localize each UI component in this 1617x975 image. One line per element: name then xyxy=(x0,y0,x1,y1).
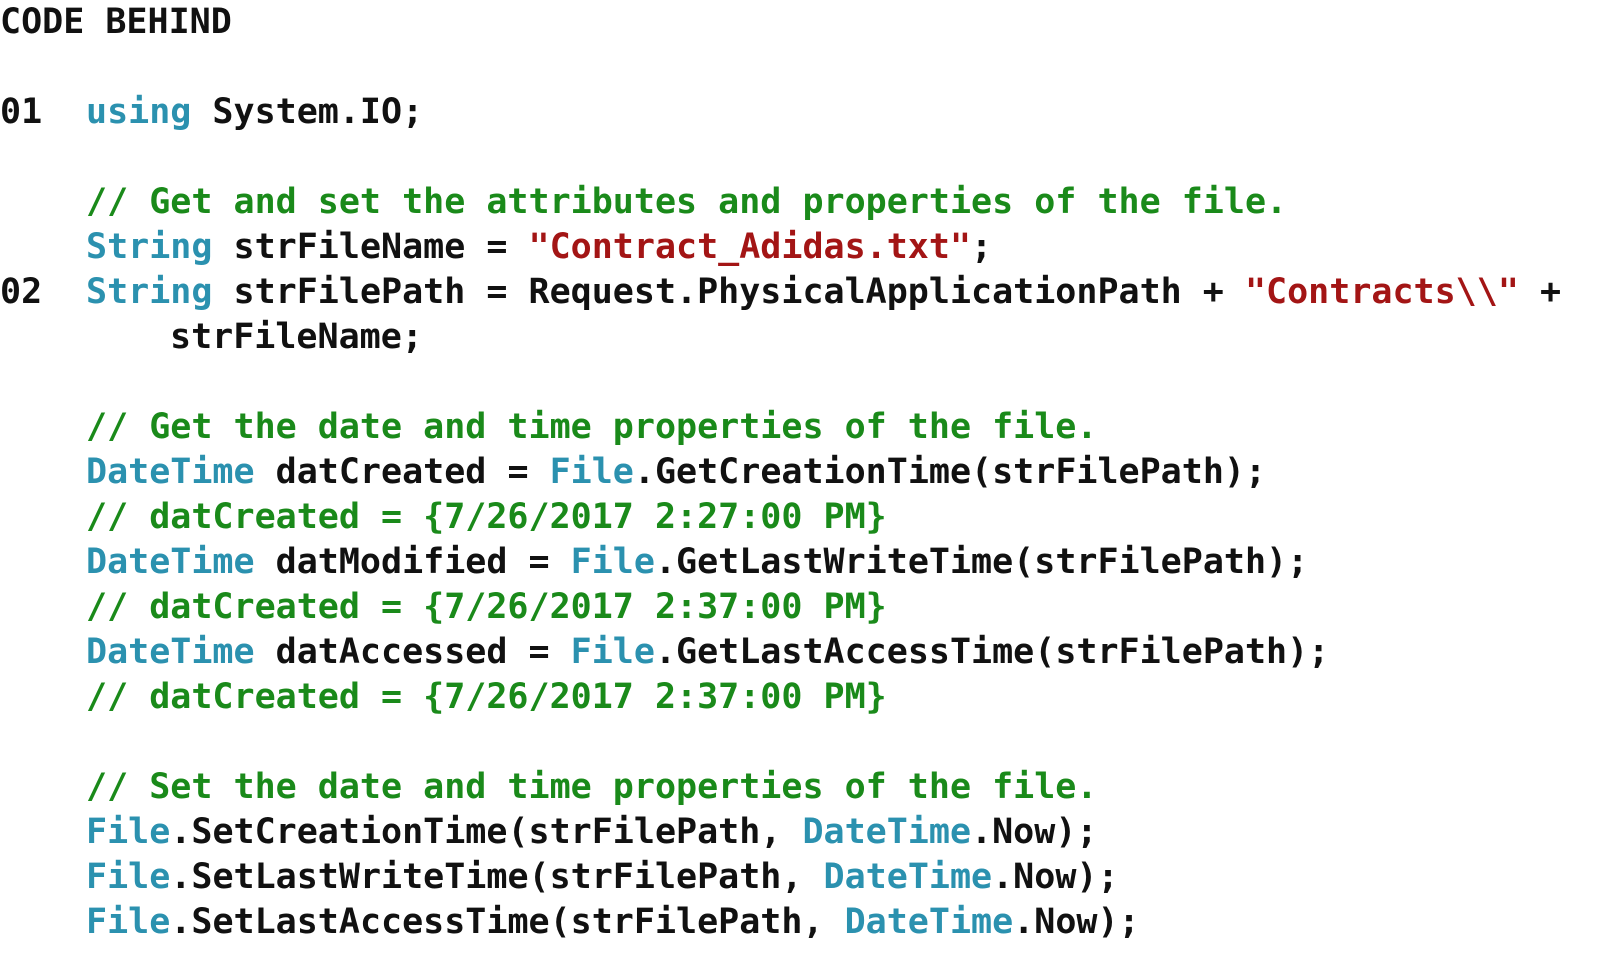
code-token: datModified = xyxy=(254,542,571,582)
keyword-token: File xyxy=(570,542,655,582)
keyword-token: DateTime xyxy=(86,542,255,582)
listing-heading: CODE BEHIND xyxy=(0,2,232,42)
code-text: using System.IO; xyxy=(86,90,423,135)
keyword-token: DateTime xyxy=(844,902,1014,942)
code-text: String strFilePath = Request.PhysicalApp… xyxy=(86,270,1561,315)
comment-token: // datCreated = {7/26/2017 2:37:00 PM} xyxy=(86,677,887,717)
keyword-token: DateTime xyxy=(86,632,255,672)
code-token: .GetCreationTime(strFilePath); xyxy=(633,452,1267,492)
keyword-token: File xyxy=(86,902,171,942)
code-text: // datCreated = {7/26/2017 2:37:00 PM} xyxy=(86,585,887,630)
code-token: .Now); xyxy=(992,857,1119,897)
code-text: // datCreated = {7/26/2017 2:27:00 PM} xyxy=(86,495,887,540)
code-text: DateTime datCreated = File.GetCreationTi… xyxy=(86,450,1266,495)
code-listing: CODE BEHIND 01 using System.IO; // Get and… xyxy=(0,0,1617,975)
code-text: // Get and set the attributes and proper… xyxy=(86,180,1287,225)
code-text: String strFileName = "Contract_Adidas.tx… xyxy=(86,225,992,270)
code-token: System.IO; xyxy=(191,92,424,132)
code-token: datAccessed = xyxy=(254,632,571,672)
comment-token: // Set the date and time properties of t… xyxy=(86,767,1098,807)
code-text: File.SetLastAccessTime(strFilePath, Date… xyxy=(86,900,1140,945)
code-text: File.SetCreationTime(strFilePath, DateTi… xyxy=(86,810,1097,855)
comment-token: // datCreated = {7/26/2017 2:27:00 PM} xyxy=(86,497,887,537)
comment-token: // Get the date and time properties of t… xyxy=(86,407,1098,447)
code-token: .SetCreationTime(strFilePath, xyxy=(170,812,803,852)
code-token: .Now); xyxy=(1013,902,1140,942)
keyword-token: File xyxy=(86,812,171,852)
code-text: DateTime datModified = File.GetLastWrite… xyxy=(86,540,1308,585)
keyword-token: String xyxy=(86,227,213,267)
keyword-token: String xyxy=(86,272,213,312)
keyword-token: DateTime xyxy=(802,812,972,852)
code-token: .SetLastWriteTime(strFilePath, xyxy=(170,857,824,897)
keyword-token: DateTime xyxy=(823,857,993,897)
comment-token: // datCreated = {7/26/2017 2:37:00 PM} xyxy=(86,587,887,627)
code-token: strFileName; xyxy=(170,317,423,357)
code-token: .SetLastAccessTime(strFilePath, xyxy=(170,902,845,942)
code-token: .GetLastAccessTime(strFilePath); xyxy=(654,632,1330,672)
code-text: // datCreated = {7/26/2017 2:37:00 PM} xyxy=(86,675,887,720)
code-text: strFileName; xyxy=(170,315,423,360)
code-token: ; xyxy=(971,227,993,267)
code-token: datCreated = xyxy=(254,452,550,492)
code-token: .GetLastWriteTime(strFilePath); xyxy=(654,542,1309,582)
code-text: // Get the date and time properties of t… xyxy=(86,405,1097,450)
line-number: 02 xyxy=(0,272,43,312)
line-number: 01 xyxy=(0,92,43,132)
keyword-token: File xyxy=(549,452,634,492)
code-token: + xyxy=(1518,272,1562,312)
code-text: // Set the date and time properties of t… xyxy=(86,765,1097,810)
keyword-token: File xyxy=(570,632,655,672)
string-token: "Contract_Adidas.txt" xyxy=(528,227,972,267)
code-token: strFileName = xyxy=(212,227,529,267)
keyword-token: using xyxy=(86,92,192,132)
keyword-token: File xyxy=(86,857,171,897)
code-text: DateTime datAccessed = File.GetLastAcces… xyxy=(86,630,1329,675)
code-token: .Now); xyxy=(971,812,1098,852)
keyword-token: DateTime xyxy=(86,452,255,492)
comment-token: // Get and set the attributes and proper… xyxy=(86,182,1288,222)
code-token: strFilePath = Request.PhysicalApplicatio… xyxy=(212,272,1245,312)
string-token: "Contracts\\" xyxy=(1244,272,1519,312)
code-text: File.SetLastWriteTime(strFilePath, DateT… xyxy=(86,855,1119,900)
